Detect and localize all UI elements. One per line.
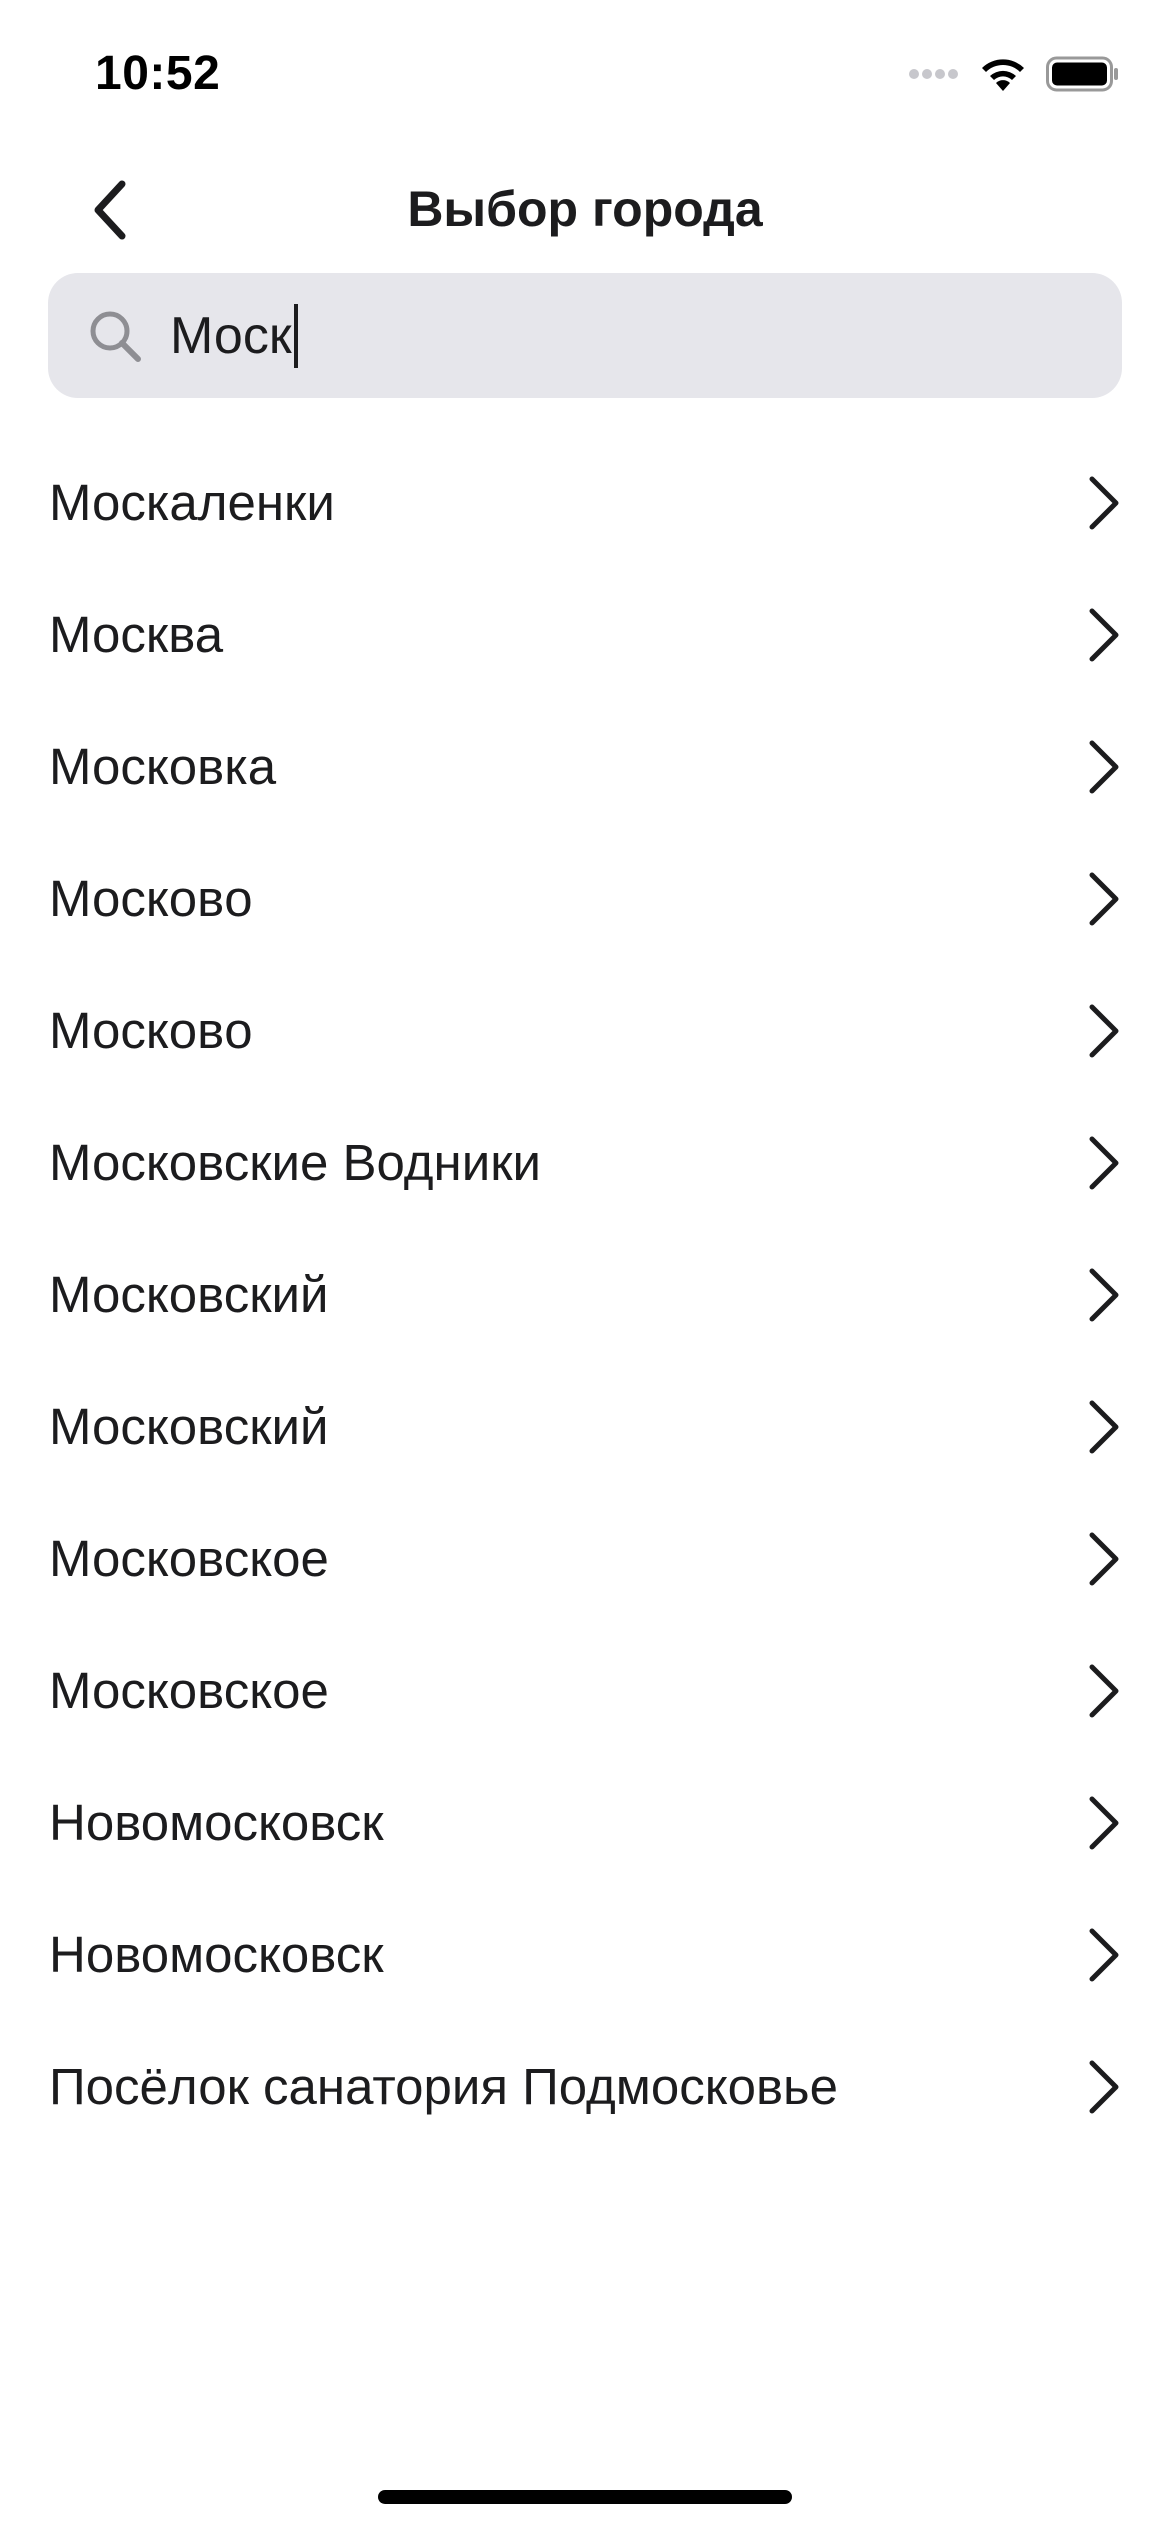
city-list-item[interactable]: Московское [0,1625,1170,1757]
chevron-right-icon [1089,1268,1119,1322]
city-list-item[interactable]: Московский [0,1229,1170,1361]
chevron-right-icon [1089,1004,1119,1058]
city-name: Новомосковск [49,1794,384,1851]
cellular-signal-icon [909,69,958,79]
city-name: Москва [49,606,224,663]
city-list-item[interactable]: Москва [0,569,1170,701]
city-list-item[interactable]: Посёлок санатория Подмосковье [0,2021,1170,2153]
battery-icon [1046,56,1118,92]
city-list-item[interactable]: Московское [0,1493,1170,1625]
search-icon [90,311,141,362]
city-name: Московский [49,1398,329,1455]
city-list-item[interactable]: Московские Водники [0,1097,1170,1229]
city-name: Московское [49,1662,329,1719]
navigation-bar: Выбор города [0,150,1170,270]
city-name: Новомосковск [49,1926,384,1983]
search-input-value: Моск [170,306,292,365]
chevron-right-icon [1089,608,1119,662]
status-bar: 10:52 [0,0,1170,140]
home-indicator[interactable] [378,2490,792,2504]
city-list-item[interactable]: Московский [0,1361,1170,1493]
chevron-right-icon [1089,1796,1119,1850]
chevron-right-icon [1089,476,1119,530]
city-name: Московo [49,1002,253,1059]
city-list-item[interactable]: Новомосковск [0,1889,1170,2021]
search-input[interactable]: Моск [170,298,298,373]
text-caret [293,303,298,368]
wifi-icon [982,59,1024,91]
chevron-right-icon [1089,740,1119,794]
city-list-item[interactable]: Московo [0,833,1170,965]
page-title: Выбор города [407,181,763,237]
chevron-right-icon [1089,1532,1119,1586]
city-list-item[interactable]: Московo [0,965,1170,1097]
status-icons [908,52,1120,96]
status-time: 10:52 [95,47,221,100]
city-name: Московка [49,738,277,795]
chevron-right-icon [1089,2060,1119,2114]
city-list-item[interactable]: Новомосковск [0,1757,1170,1889]
chevron-right-icon [1089,1664,1119,1718]
city-list: Москаленки Москва Московка Московo Московo Мо… [0,437,1170,2153]
city-name: Московское [49,1530,329,1587]
city-list-item[interactable]: Московка [0,701,1170,833]
city-name: Посёлок санатория Подмосковье [49,2058,838,2115]
chevron-right-icon [1089,1136,1119,1190]
chevron-right-icon [1089,1400,1119,1454]
search-box[interactable]: Моск [48,273,1122,398]
city-name: Московский [49,1266,329,1323]
city-name: Москаленки [49,474,335,531]
city-name: Московo [49,870,253,927]
city-list-item[interactable]: Москаленки [0,437,1170,569]
chevron-right-icon [1089,1928,1119,1982]
city-name: Московские Водники [49,1134,541,1191]
chevron-right-icon [1089,872,1119,926]
